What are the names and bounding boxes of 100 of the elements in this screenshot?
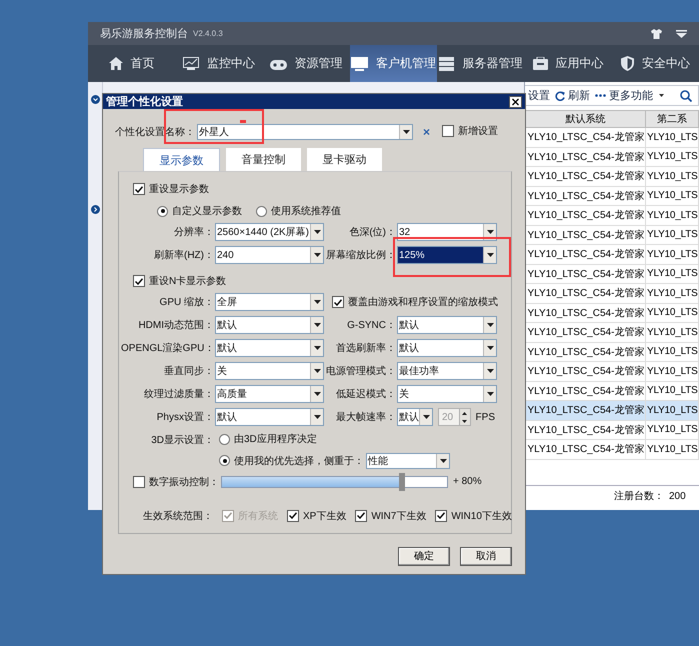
dialog-button[interactable]: 确定 (398, 546, 450, 566)
table-cell: YLY10_LTS (646, 362, 698, 381)
field-label: 纹理过滤质量： (143, 388, 215, 401)
toolbar-button[interactable]: 设置 (528, 88, 550, 103)
dialog-title: 管理个性化设置 (106, 94, 183, 109)
more-icon (595, 94, 606, 97)
radio-button[interactable] (256, 206, 267, 216)
caret-down-icon (462, 420, 468, 422)
dropdown[interactable]: 最佳功率 (397, 362, 497, 380)
radio-label: 使用系统推荐值 (271, 204, 341, 218)
caret-down-icon (314, 392, 320, 396)
dropdown[interactable]: 默认 (215, 408, 324, 426)
dropdown[interactable]: 性能 (366, 452, 450, 468)
table-cell: YLY10_LTS (646, 400, 698, 420)
dropdown[interactable]: 2560×1440 (2K屏幕) (215, 223, 324, 241)
checkbox[interactable]: 新增设置 (442, 124, 498, 138)
caret-down-icon (402, 130, 410, 134)
dropdown[interactable]: 默认 (215, 339, 324, 357)
nav-tab[interactable]: 资源管理 (262, 45, 350, 82)
field-label: 首选刷新率： (335, 342, 397, 355)
tab[interactable]: 音量控制 (226, 148, 301, 171)
field-label: 分辨率： (173, 226, 215, 239)
dropdown[interactable]: 125% (397, 246, 497, 264)
caret-down-icon (486, 253, 494, 257)
caret-down-icon (486, 369, 494, 373)
checkbox[interactable]: 重设显示参数 (133, 182, 209, 196)
checkmark-icon (289, 512, 297, 519)
dropdown[interactable]: 高质量 (215, 385, 324, 403)
slider-reading: + 80% (453, 476, 482, 487)
caret-down-icon (314, 300, 320, 304)
nav-tab[interactable]: 监控中心 (175, 45, 263, 82)
dropdown[interactable]: 默认 (215, 316, 324, 334)
dropdown[interactable]: 默认 (397, 408, 433, 426)
tab[interactable]: 显卡驱动 (307, 148, 382, 171)
field-label: Physx设置： (156, 410, 215, 424)
checkbox[interactable]: 重设N卡显示参数 (133, 274, 226, 288)
chart-icon (182, 57, 199, 70)
table-cell: YLY10_LTS (646, 147, 698, 166)
field-label: OPENGL渲染GPU： (121, 342, 215, 355)
checkbox[interactable]: 覆盖由游戏和程序设置的缩放模式 (332, 295, 498, 309)
nav-tab[interactable]: 应用中心 (524, 45, 612, 82)
nav-tab[interactable]: 首页 (88, 45, 176, 82)
dropdown[interactable]: 默认 (397, 316, 497, 334)
table-cell: YLY10_LTS (646, 420, 698, 440)
unit-label: FPS (476, 412, 495, 422)
chevron-circle-icon (90, 205, 100, 214)
field-label: GPU 缩放： (158, 296, 215, 309)
dropdown[interactable]: 默认 (397, 339, 497, 357)
toolbar-button[interactable]: 刷新 (555, 88, 590, 103)
caret-down-icon (440, 458, 446, 462)
table-cell: YLY10_LTS (646, 284, 698, 303)
toolbar-button[interactable]: 更多功能 (595, 88, 664, 103)
slider-thumb[interactable] (399, 472, 405, 490)
checkbox[interactable]: 数字振动控制： (133, 474, 219, 488)
chevron-circle-icon (90, 95, 100, 104)
checkmark-icon (135, 278, 143, 284)
dropdown[interactable]: 240 (215, 246, 324, 264)
caret-down-icon (659, 94, 664, 97)
caret-down-icon (486, 323, 494, 327)
status-value: 200 (669, 490, 686, 502)
table-cell: YLY10_LTS (646, 186, 698, 206)
dropdown[interactable]: 关 (397, 385, 497, 403)
checkmark-icon (437, 512, 446, 519)
field-label: 垂直同步： (163, 364, 215, 378)
field-label: 刷新率(HZ)： (153, 248, 215, 262)
caret-up-icon (462, 412, 468, 414)
column-header[interactable]: 第二系 (646, 110, 698, 128)
radio-button[interactable] (219, 434, 230, 444)
column-header[interactable]: 默认系统 (526, 110, 646, 128)
caret-down-icon (676, 30, 687, 38)
dropdown[interactable]: 外星人 (197, 124, 413, 140)
checkbox[interactable]: XP下生效 (287, 508, 346, 522)
dialog-button[interactable]: 取消 (460, 546, 512, 566)
radio-label: 自定义显示参数 (172, 204, 242, 218)
table-cell: YLY10_LTS (646, 225, 698, 244)
table-cell: YLY10_LTS (646, 342, 698, 362)
checkbox[interactable]: WIN10下生效 (435, 508, 512, 522)
radio-button[interactable] (157, 206, 168, 216)
checkbox[interactable]: WIN7下生效 (355, 508, 426, 522)
table-cell: YLY10_LTS (646, 322, 698, 342)
tab[interactable]: 显示参数 (143, 148, 220, 171)
table-cell: YLY10_LTSC_C54-龙管家 (526, 400, 646, 420)
caret-down-icon (314, 369, 320, 373)
gamepad-icon (270, 58, 287, 70)
nav-tab[interactable]: 客户机管理 (350, 45, 438, 82)
nav-tab[interactable]: 安全中心 (612, 45, 699, 82)
app-version: V2.4.0.3 (193, 29, 223, 38)
field-label: 色深(位)： (348, 226, 397, 239)
dropdown[interactable]: 全屏 (215, 293, 324, 311)
nav-tab[interactable]: 服务器管理 (437, 45, 524, 82)
clear-button[interactable]: × (423, 125, 430, 139)
table-cell: YLY10_LTS (646, 264, 698, 284)
radio-button[interactable] (219, 455, 230, 466)
caret-down-icon (314, 323, 320, 327)
search-icon (680, 90, 692, 102)
field-label: G-SYNC： (346, 319, 397, 332)
dropdown[interactable]: 关 (215, 362, 324, 380)
checkmark-icon (357, 512, 366, 519)
checkmark-icon (334, 298, 342, 306)
shield-icon (620, 56, 634, 71)
